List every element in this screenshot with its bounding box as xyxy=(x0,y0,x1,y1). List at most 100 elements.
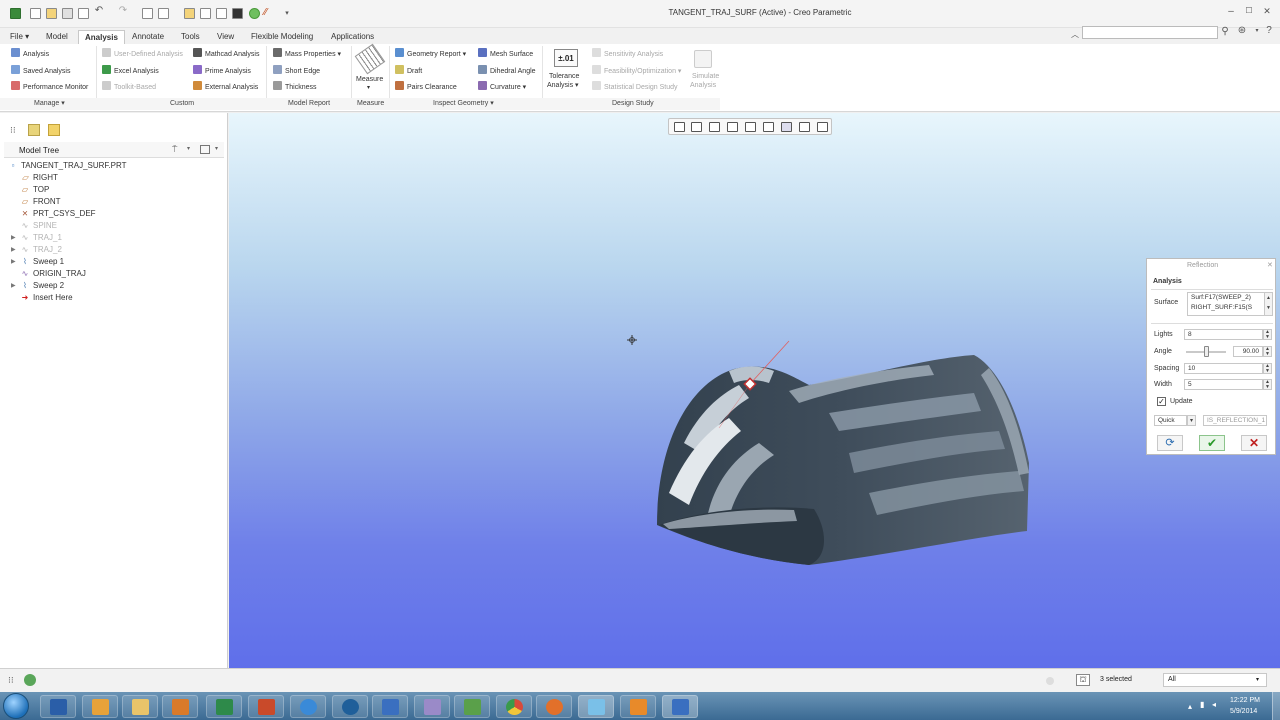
tab-model[interactable]: Model xyxy=(40,30,74,44)
taskbar-media[interactable] xyxy=(162,695,198,718)
favorites-tab-icon[interactable] xyxy=(48,124,60,136)
mode-dropdown-icon[interactable]: ▾ xyxy=(1187,415,1196,426)
tree-item-part[interactable]: ▫ TANGENT_TRAJ_SURF.PRT xyxy=(8,160,127,172)
taskbar-creo-2[interactable] xyxy=(662,695,698,718)
taskbar-creo-1[interactable] xyxy=(372,695,408,718)
tab-tools[interactable]: Tools xyxy=(175,30,206,44)
mathcad-analysis-button[interactable]: Mathcad Analysis xyxy=(193,48,259,59)
tree-item-traj-2[interactable]: ∿ TRAJ_2 xyxy=(20,244,62,256)
undo-icon[interactable]: ↶ xyxy=(92,5,106,16)
taskbar-explorer[interactable] xyxy=(122,695,158,718)
angle-slider-thumb[interactable] xyxy=(1204,346,1209,357)
datum-display-icon[interactable] xyxy=(799,122,810,132)
tree-item-sweep-1[interactable]: ⌇ Sweep 1 xyxy=(20,256,64,268)
short-edge-button[interactable]: Short Edge xyxy=(273,65,320,76)
group-manage[interactable]: Manage ▾ xyxy=(34,99,65,109)
filter-dropdown-icon[interactable]: ▾ xyxy=(1256,676,1259,683)
taskbar-powerpoint[interactable] xyxy=(248,695,284,718)
tree-filters-dropdown-icon[interactable]: ▾ xyxy=(215,145,218,152)
tray-arrow-icon[interactable]: ▴ xyxy=(1188,702,1192,711)
saved-analysis-button[interactable]: Saved Analysis xyxy=(11,65,70,76)
print-icon[interactable] xyxy=(78,8,89,19)
close-window-icon[interactable] xyxy=(200,8,211,19)
folder-icon[interactable] xyxy=(184,8,195,19)
windows-icon[interactable] xyxy=(158,8,169,19)
simulate-analysis-button[interactable]: Analysis xyxy=(690,80,716,91)
sensitivity-analysis-button[interactable]: Sensitivity Analysis xyxy=(592,48,663,59)
expand-arrow-icon[interactable]: ▶ xyxy=(11,258,16,265)
user-defined-analysis-button[interactable]: User-Defined Analysis xyxy=(102,48,183,59)
selection-filter[interactable]: All xyxy=(1163,673,1267,687)
taskbar-chrome[interactable] xyxy=(496,695,532,718)
repaint-icon[interactable] xyxy=(727,122,738,132)
geometry-report-button[interactable]: Geometry Report ▾ xyxy=(395,48,466,59)
show-navigator-icon[interactable]: ⁝⁝ xyxy=(8,675,14,686)
layers-icon[interactable] xyxy=(216,8,227,19)
update-checkbox[interactable]: ✓ xyxy=(1157,397,1166,406)
taskbar-word[interactable] xyxy=(40,695,76,718)
lights-input[interactable]: 8 xyxy=(1184,329,1263,340)
redo-icon[interactable]: ↷ xyxy=(116,5,130,16)
tree-item-front[interactable]: ▱ FRONT xyxy=(20,196,61,208)
network-icon[interactable]: ▮ xyxy=(1200,700,1204,709)
cancel-button[interactable]: ✕ xyxy=(1241,435,1267,451)
search-icon[interactable]: ⚲ xyxy=(1218,26,1232,37)
saved-orientations-icon[interactable] xyxy=(763,122,774,132)
tab-view[interactable]: View xyxy=(211,30,240,44)
tree-settings-dropdown-icon[interactable]: ▾ xyxy=(187,145,190,152)
graphics-window[interactable] xyxy=(229,113,1280,668)
surface-collector[interactable]: Surf:F17(SWEEP_2) RIGHT_SURF:F15(S xyxy=(1187,292,1265,316)
width-input[interactable]: 5 xyxy=(1184,379,1263,390)
taskbar-firefox[interactable] xyxy=(536,695,572,718)
zoom-out-icon[interactable] xyxy=(709,122,720,132)
expand-arrow-icon[interactable]: ▶ xyxy=(11,282,16,289)
angle-spinner[interactable]: ▲ ▼ xyxy=(1263,346,1272,357)
dihedral-angle-button[interactable]: Dihedral Angle xyxy=(478,65,536,76)
display-icon[interactable] xyxy=(232,8,243,19)
annotation-display-icon[interactable] xyxy=(817,122,828,132)
dialog-close-icon[interactable]: ✕ xyxy=(1267,261,1273,269)
show-desktop-button[interactable] xyxy=(1272,692,1280,720)
taskbar-ie[interactable] xyxy=(290,695,326,718)
taskbar-pdf[interactable] xyxy=(620,695,656,718)
feasibility-optimization-button[interactable]: Feasibility/Optimization ▾ xyxy=(592,65,681,76)
taskbar-tool[interactable] xyxy=(414,695,450,718)
excel-analysis-button[interactable]: Excel Analysis xyxy=(102,65,159,76)
measure-dropdown-icon[interactable]: ▾ xyxy=(367,83,370,94)
refit-icon[interactable] xyxy=(674,122,685,132)
tree-item-insert-here[interactable]: ➜ Insert Here xyxy=(20,292,73,304)
repeat-analysis-button[interactable]: ⟳ xyxy=(1157,435,1183,451)
regenerate-icon[interactable] xyxy=(142,8,153,19)
taskbar-editor[interactable] xyxy=(454,695,490,718)
prime-analysis-button[interactable]: Prime Analysis xyxy=(193,65,251,76)
thickness-button[interactable]: Thickness xyxy=(273,81,317,92)
width-spinner[interactable]: ▲ ▼ xyxy=(1263,379,1272,390)
analysis-name-input[interactable]: IS_REFLECTION_1 xyxy=(1203,415,1267,426)
pairs-clearance-button[interactable]: Pairs Clearance xyxy=(395,81,457,92)
customize-dropdown-icon[interactable]: ▾ xyxy=(280,9,294,17)
angle-input[interactable]: 90.00 xyxy=(1233,346,1263,357)
expand-arrow-icon[interactable]: ▶ xyxy=(11,246,16,253)
tab-analysis[interactable]: Analysis xyxy=(78,30,125,44)
view-manager-icon[interactable] xyxy=(781,122,792,132)
external-analysis-button[interactable]: External Analysis xyxy=(193,81,258,92)
tolerance-analysis-button[interactable]: Analysis ▾ xyxy=(547,80,579,91)
performance-monitor-button[interactable]: Performance Monitor xyxy=(11,81,88,92)
zoom-in-icon[interactable] xyxy=(691,122,702,132)
tab-analysis-dialog[interactable]: Analysis xyxy=(1153,278,1182,285)
spacing-spinner[interactable]: ▲ ▼ xyxy=(1263,363,1272,374)
statistical-design-study-button[interactable]: Statistical Design Study xyxy=(592,81,678,92)
tab-annotate[interactable]: Annotate xyxy=(126,30,170,44)
mass-properties-button[interactable]: Mass Properties ▾ xyxy=(273,48,341,59)
tree-item-origin-traj[interactable]: ∿ ORIGIN_TRAJ xyxy=(20,268,86,280)
status-icon[interactable] xyxy=(249,8,260,19)
tree-item-sweep-2[interactable]: ⌇ Sweep 2 xyxy=(20,280,64,292)
model-tree-tab-icon[interactable]: ⁝⁝ xyxy=(10,125,16,136)
tab-applications[interactable]: Applications xyxy=(325,30,380,44)
tree-item-top[interactable]: ▱ TOP xyxy=(20,184,49,196)
sketch-tool-icon[interactable]: ⁄⁄ xyxy=(264,8,275,19)
tree-item-csys[interactable]: ⨯ PRT_CSYS_DEF xyxy=(20,208,96,220)
tree-item-traj-1[interactable]: ∿ TRAJ_1 xyxy=(20,232,62,244)
mesh-surface-button[interactable]: Mesh Surface xyxy=(478,48,533,59)
mode-select[interactable]: Quick xyxy=(1154,415,1187,426)
